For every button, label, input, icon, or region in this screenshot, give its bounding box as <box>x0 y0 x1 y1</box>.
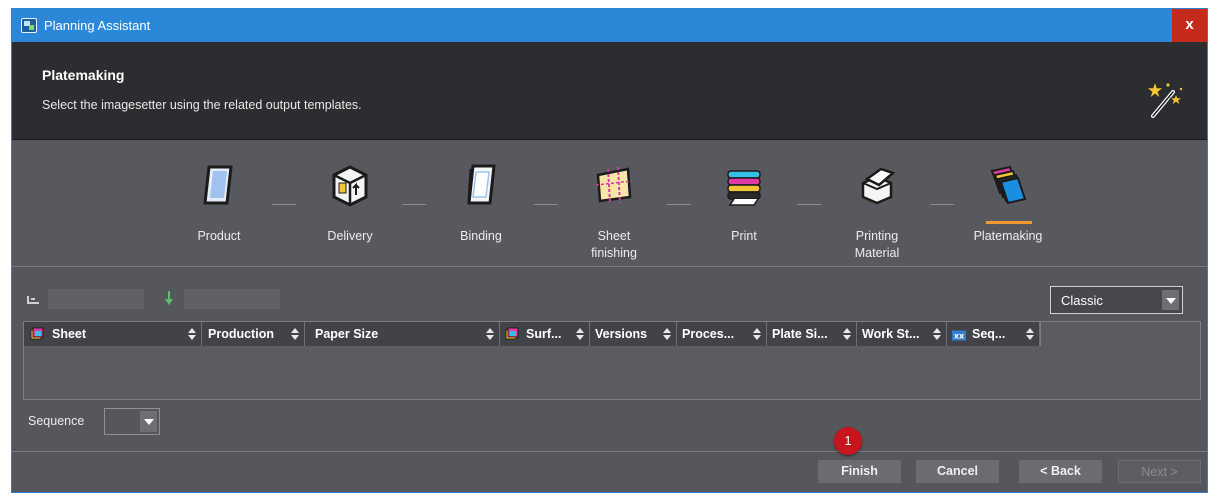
close-button[interactable]: x <box>1172 9 1207 42</box>
column-header-surface[interactable]: Surf... <box>500 322 590 346</box>
column-label: Work St... <box>862 327 920 341</box>
step-label: Printing Material <box>822 228 932 262</box>
view-mode-value: Classic <box>1061 293 1103 308</box>
print-rollers-icon <box>727 170 761 206</box>
column-header-paper-size[interactable]: Paper Size <box>305 322 500 346</box>
step-label: Product <box>197 229 241 243</box>
active-step-indicator <box>986 221 1032 224</box>
wizard-header: Platemaking Select the imagesetter using… <box>12 42 1207 140</box>
filter-tree-icon[interactable] <box>27 296 39 304</box>
column-label: Surf... <box>526 327 562 341</box>
sort-down-icon[interactable] <box>165 291 173 305</box>
step-label: Platemaking <box>973 229 1043 243</box>
binding-icon <box>467 164 496 205</box>
sort-icon[interactable] <box>663 328 671 340</box>
platemaking-icon <box>990 165 1027 205</box>
sort-icon[interactable] <box>843 328 851 340</box>
chevron-down-icon[interactable] <box>140 411 157 432</box>
step-connector <box>930 204 954 205</box>
wizard-steps: Product Delivery Binding Sheet finishing… <box>12 141 1207 267</box>
column-label: Versions <box>595 327 648 341</box>
title-bar: Planning Assistant x <box>12 9 1207 42</box>
printing-material-icon <box>861 167 896 205</box>
column-header-sequence[interactable]: xx Seq... <box>947 322 1040 346</box>
sort-icon[interactable] <box>1026 328 1034 340</box>
table-header: Sheet Production Paper Size Surf... Vers… <box>24 322 1041 346</box>
column-header-work-style[interactable]: Work St... <box>857 322 947 346</box>
cancel-button[interactable]: Cancel <box>916 460 999 483</box>
step-label-text: Printing Material <box>854 229 900 260</box>
delivery-box-icon <box>332 165 368 207</box>
sort-icon[interactable] <box>933 328 941 340</box>
column-label: Paper Size <box>315 327 379 341</box>
filter-field-1[interactable] <box>48 289 144 309</box>
svg-text:xx: xx <box>954 332 965 341</box>
column-label: Plate Si... <box>772 327 828 341</box>
column-header-plate-size[interactable]: Plate Si... <box>767 322 857 346</box>
column-header-production[interactable]: Production <box>202 322 305 346</box>
column-header-versions[interactable]: Versions <box>590 322 677 346</box>
sheets-table: Sheet Production Paper Size Surf... Vers… <box>23 321 1201 400</box>
column-label: Proces... <box>682 327 735 341</box>
column-label: Seq... <box>972 327 1006 341</box>
sequence-select[interactable] <box>104 408 160 435</box>
filter-field-2[interactable] <box>184 289 280 309</box>
step-label: Binding <box>460 229 502 243</box>
product-icon <box>203 165 233 205</box>
page-title: Platemaking <box>42 67 125 83</box>
step-label: Sheet finishing <box>559 228 669 262</box>
step-label-text: Sheet finishing <box>591 229 637 260</box>
finish-button[interactable]: Finish <box>818 460 901 483</box>
planning-assistant-window: Planning Assistant x Platemaking Select … <box>11 8 1208 493</box>
step-label: Delivery <box>327 229 373 243</box>
sort-icon[interactable] <box>486 328 494 340</box>
step-label: Print <box>731 229 757 243</box>
step-connector <box>667 204 691 205</box>
sequence-icon: xx <box>952 330 966 341</box>
next-button[interactable]: Next > <box>1118 460 1201 483</box>
sort-icon[interactable] <box>753 328 761 340</box>
step-connector <box>534 204 558 205</box>
chevron-down-icon[interactable] <box>1162 290 1179 310</box>
app-icon <box>21 18 37 33</box>
step-marker-badge: 1 <box>834 427 862 455</box>
magic-wand-icon <box>1146 81 1183 118</box>
sheet-icon <box>30 327 44 340</box>
page-subtitle: Select the imagesetter using the related… <box>42 98 362 112</box>
column-header-sheet[interactable]: Sheet <box>24 322 202 346</box>
sort-icon[interactable] <box>576 328 584 340</box>
back-button[interactable]: < Back <box>1019 460 1102 483</box>
view-mode-select[interactable]: Classic <box>1050 286 1183 314</box>
sort-icon[interactable] <box>291 328 299 340</box>
footer-divider <box>12 451 1207 452</box>
column-label: Production <box>208 327 274 341</box>
step-connector <box>402 204 426 205</box>
column-header-process[interactable]: Proces... <box>677 322 767 346</box>
step-connector <box>797 204 821 205</box>
window-title: Planning Assistant <box>44 18 151 33</box>
sort-icon[interactable] <box>188 328 196 340</box>
step-connector <box>272 204 296 205</box>
column-label: Sheet <box>52 327 87 341</box>
surface-icon <box>505 327 519 340</box>
sequence-label: Sequence <box>28 414 85 428</box>
sheet-finishing-icon <box>595 166 633 204</box>
